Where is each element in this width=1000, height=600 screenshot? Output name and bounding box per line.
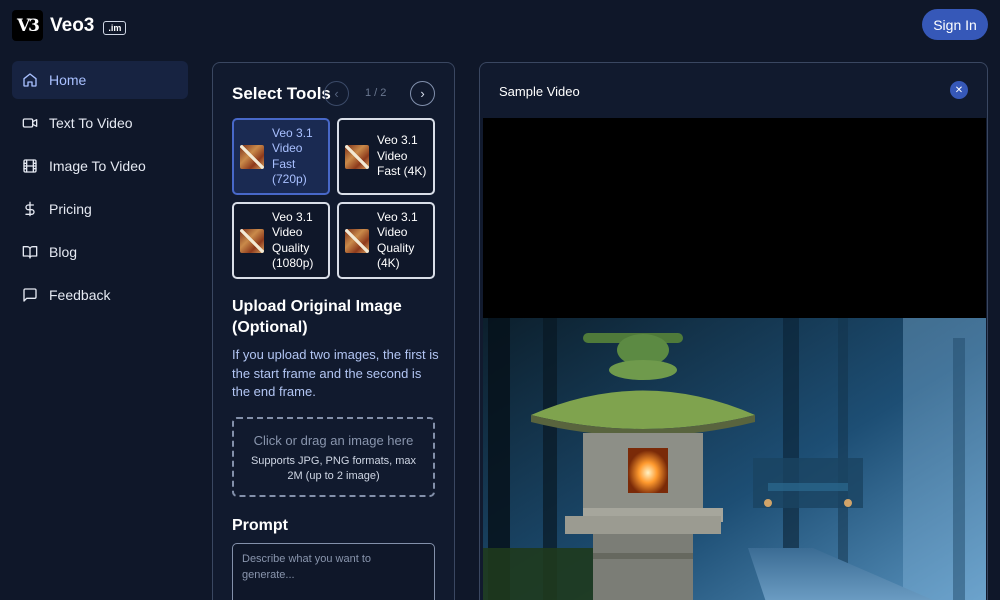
sidebar-item-image-to-video[interactable]: Image To Video bbox=[12, 147, 188, 185]
sidebar-item-text-to-video[interactable]: Text To Video bbox=[12, 104, 188, 142]
home-icon bbox=[23, 73, 37, 87]
close-icon: ✕ bbox=[954, 84, 964, 96]
sidebar-item-label: Blog bbox=[49, 244, 78, 260]
tool-thumbnail bbox=[345, 144, 369, 169]
tool-label: Veo 3.1 Video Quality (4K) bbox=[377, 209, 418, 271]
page-indicator: 1 / 2 bbox=[365, 87, 387, 99]
film-icon bbox=[23, 159, 37, 173]
sidebar-item-home[interactable]: Home bbox=[12, 61, 188, 99]
tool-thumbnail bbox=[345, 228, 369, 253]
logo[interactable]: V3 Veo3 .im bbox=[12, 10, 127, 41]
sidebar-item-blog[interactable]: Blog bbox=[12, 233, 188, 271]
upload-title: Upload Original Image (Optional) bbox=[232, 298, 402, 336]
prompt-input[interactable] bbox=[232, 543, 435, 600]
book-icon bbox=[22, 246, 38, 259]
logo-mark: V3 bbox=[12, 10, 43, 41]
message-icon bbox=[23, 288, 37, 302]
sidebar-item-label: Text To Video bbox=[49, 115, 133, 131]
sidebar-item-pricing[interactable]: Pricing bbox=[12, 190, 188, 228]
tool-card-veo31-fast-4k[interactable]: Veo 3.1 Video Fast (4K) bbox=[337, 118, 435, 195]
logo-badge: .im bbox=[103, 20, 127, 35]
sidebar-item-label: Pricing bbox=[49, 201, 92, 217]
sidebar-item-label: Image To Video bbox=[49, 158, 146, 174]
prompt-label: Prompt bbox=[232, 517, 288, 534]
tool-label: Veo 3.1 Video Fast (4K) bbox=[377, 133, 427, 179]
tools-panel: Select Tools ‹ 1 / 2 › Veo 3.1 Video Fas… bbox=[212, 62, 455, 600]
dropzone-sub-text: Supports JPG, PNG formats, max 2M (up to… bbox=[250, 455, 417, 482]
sidebar-item-label: Feedback bbox=[49, 287, 111, 303]
sample-video-panel: Sample Video ✕ bbox=[479, 62, 988, 600]
video-player[interactable] bbox=[483, 118, 986, 600]
tool-card-veo31-quality-4k[interactable]: Veo 3.1 Video Quality (4K) bbox=[337, 202, 435, 279]
sidebar: Home Text To Video Image To Video Pricin… bbox=[12, 61, 188, 319]
video-title: Sample Video bbox=[499, 84, 580, 99]
video-camera-icon bbox=[22, 118, 38, 128]
video-frame-image bbox=[483, 318, 986, 600]
dollar-icon bbox=[25, 201, 35, 217]
previous-page-button[interactable]: ‹ bbox=[324, 81, 349, 106]
sidebar-item-feedback[interactable]: Feedback bbox=[12, 276, 188, 314]
chevron-right-icon: › bbox=[420, 86, 425, 101]
tool-thumbnail bbox=[240, 144, 264, 169]
tool-card-veo31-fast-720p[interactable]: Veo 3.1 Video Fast (720p) bbox=[232, 118, 330, 195]
logo-text: Veo3 bbox=[50, 14, 95, 36]
next-page-button[interactable]: › bbox=[410, 81, 435, 106]
tool-card-veo31-quality-1080p[interactable]: Veo 3.1 Video Quality (1080p) bbox=[232, 202, 330, 279]
upload-hint: If you upload two images, the first is t… bbox=[232, 347, 439, 399]
tool-label: Veo 3.1 Video Quality (1080p) bbox=[272, 209, 314, 271]
dropzone-main-text: Click or drag an image here bbox=[253, 433, 414, 448]
sidebar-item-label: Home bbox=[49, 72, 87, 88]
tools-header: Select Tools ‹ 1 / 2 › bbox=[232, 81, 437, 107]
image-dropzone[interactable]: Click or drag an image here Supports JPG… bbox=[232, 417, 435, 497]
app-root: V3 Veo3 .im Sign In Home Text To Video I… bbox=[0, 0, 1000, 600]
chevron-left-icon: ‹ bbox=[334, 86, 339, 101]
tools-title: Select Tools bbox=[232, 84, 331, 103]
tool-label: Veo 3.1 Video Fast (720p) bbox=[272, 125, 313, 187]
close-button[interactable]: ✕ bbox=[950, 81, 968, 99]
sign-in-button[interactable]: Sign In bbox=[922, 9, 988, 40]
tool-thumbnail bbox=[240, 228, 264, 253]
